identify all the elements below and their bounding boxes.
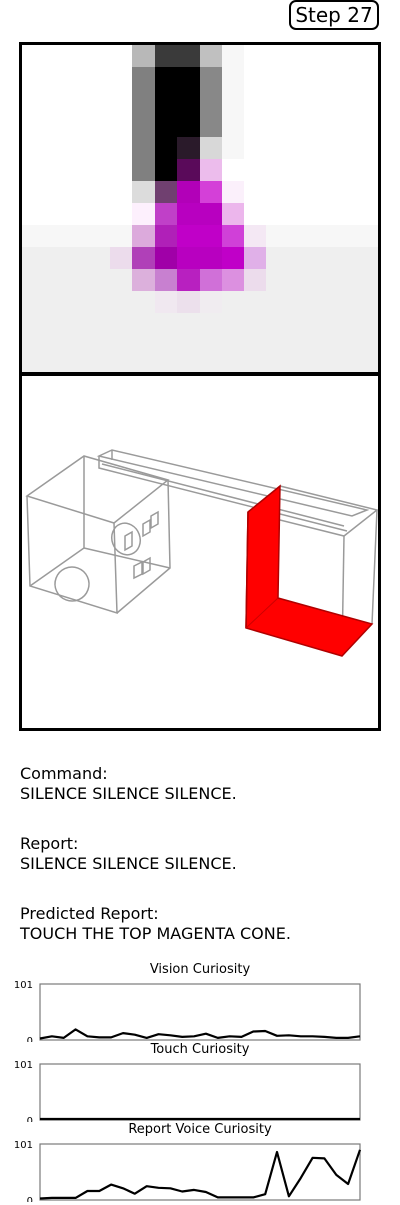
command-label: Command: xyxy=(20,764,108,783)
vision-image xyxy=(22,45,378,372)
series-line xyxy=(39,1149,362,1200)
report-label: Report: xyxy=(20,834,79,853)
y-tick-label: 101 xyxy=(14,1140,33,1151)
vision-curiosity-chart: Vision Curiosity 101 0 xyxy=(0,962,400,1042)
scene-view xyxy=(19,373,381,731)
series-line xyxy=(39,1028,361,1040)
command-block: Command: SILENCE SILENCE SILENCE. xyxy=(20,764,237,804)
vision-view xyxy=(19,42,381,375)
command-text: SILENCE SILENCE SILENCE. xyxy=(20,784,237,803)
predicted-report-block: Predicted Report: TOUCH THE TOP MAGENTA … xyxy=(20,904,291,944)
y-tick-label: 101 xyxy=(14,1060,33,1071)
report-text: SILENCE SILENCE SILENCE. xyxy=(20,854,237,873)
chart-frame xyxy=(39,983,361,1041)
scene-render xyxy=(25,449,378,657)
y-tick-label: 101 xyxy=(14,980,33,991)
step-counter: Step 27 xyxy=(289,0,379,30)
report-block: Report: SILENCE SILENCE SILENCE. xyxy=(20,834,237,874)
predicted-report-label: Predicted Report: xyxy=(20,904,159,923)
y-tick-label: 0 xyxy=(27,1196,33,1202)
predicted-report-text: TOUCH THE TOP MAGENTA CONE. xyxy=(20,924,291,943)
touch-curiosity-chart: Touch Curiosity 101 0 xyxy=(0,1042,400,1122)
report-voice-curiosity-chart: Report Voice Curiosity 101 0 xyxy=(0,1122,400,1202)
chart-frame xyxy=(39,1063,361,1121)
